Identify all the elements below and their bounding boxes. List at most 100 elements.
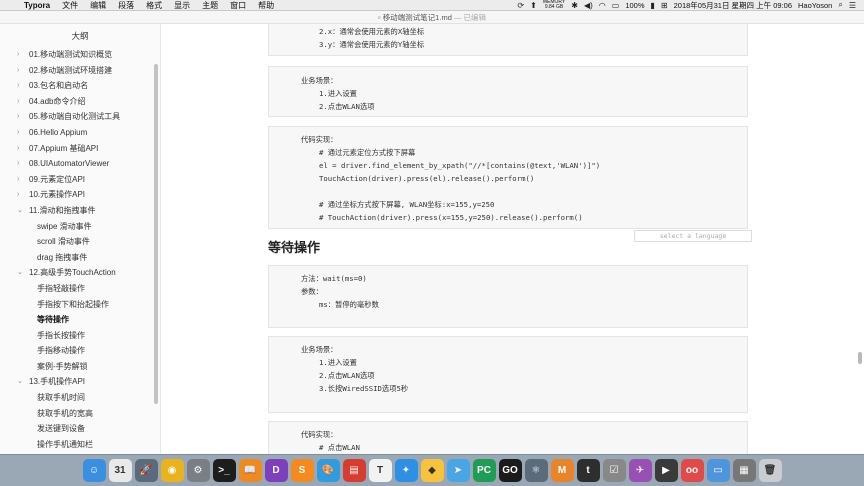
outline-item[interactable]: › 02.移动端测试环境搭建: [0, 63, 160, 79]
goland-icon[interactable]: GO: [498, 459, 522, 482]
outline-item[interactable]: 手指按下和抬起操作: [0, 297, 160, 313]
dash-icon[interactable]: D: [264, 459, 288, 482]
language-select[interactable]: select a language: [634, 230, 752, 242]
launchpad-icon[interactable]: 🚀: [134, 459, 158, 482]
sublime-icon[interactable]: S: [290, 459, 314, 482]
editor-scrollbar[interactable]: [858, 352, 862, 364]
wifi-icon[interactable]: ◠: [599, 1, 606, 10]
chevron-right-icon[interactable]: ›: [17, 172, 25, 188]
safari-icon[interactable]: ✦: [394, 459, 418, 482]
bluetooth-icon[interactable]: ✱: [571, 1, 578, 10]
outline-item[interactable]: › 10.元素操作API: [0, 187, 160, 203]
search-icon[interactable]: ⌕: [838, 0, 842, 10]
menu-paragraph[interactable]: 段落: [112, 0, 140, 11]
outline-item[interactable]: 案例-手势解锁: [0, 359, 160, 375]
chevron-down-icon[interactable]: ⌄: [17, 203, 25, 219]
code-block[interactable]: 方法：wait(ms=0) 参数： ms：暂停的毫秒数: [268, 265, 748, 328]
battery-percent[interactable]: 100%: [625, 1, 644, 10]
outline-item[interactable]: 获取手机的宽高: [0, 406, 160, 422]
upload-icon[interactable]: ⬆: [530, 1, 537, 10]
outline-item[interactable]: › 06.Hello Appium: [0, 125, 160, 141]
trash-icon[interactable]: 🗑: [758, 459, 782, 482]
chevron-right-icon[interactable]: ›: [17, 156, 25, 172]
downloads-icon[interactable]: ▦: [732, 459, 756, 482]
outline-item[interactable]: ⌄ 13.手机操作API: [0, 374, 160, 390]
chevron-right-icon[interactable]: ›: [17, 187, 25, 203]
sync-icon[interactable]: ⟳: [517, 1, 524, 10]
terminal-icon[interactable]: >_: [212, 459, 236, 482]
video-icon[interactable]: ▶: [654, 459, 678, 482]
outline-item[interactable]: 获取手机时间: [0, 390, 160, 406]
system-preferences-icon[interactable]: ⚙: [186, 459, 210, 482]
code-block[interactable]: 业务场景： 1.进入设置 2.点击WLAN选项: [268, 66, 748, 117]
chevron-right-icon[interactable]: ›: [17, 109, 25, 125]
arrow-icon[interactable]: ➤: [446, 459, 470, 482]
input-method-icon[interactable]: ⊞: [661, 1, 668, 10]
outline-item[interactable]: ⌄ 12.高级手势TouchAction: [0, 265, 160, 281]
menu-app-name[interactable]: Typora: [18, 0, 56, 11]
chevron-right-icon[interactable]: ›: [17, 47, 25, 63]
chrome-icon[interactable]: ◉: [160, 459, 184, 482]
chevron-down-icon[interactable]: ⌄: [17, 374, 25, 390]
matlab-icon[interactable]: M: [550, 459, 574, 482]
outline-item[interactable]: scroll 滑动事件: [0, 234, 160, 250]
menu-format[interactable]: 格式: [140, 0, 168, 11]
outline-item[interactable]: swipe 滑动事件: [0, 219, 160, 235]
outline-item[interactable]: 手指移动操作: [0, 343, 160, 359]
outline-item[interactable]: drag 拖拽事件: [0, 250, 160, 266]
calendar-icon[interactable]: 31: [108, 459, 132, 482]
notification-center-icon[interactable]: ☰: [849, 1, 856, 10]
books2-icon[interactable]: ▤: [342, 459, 366, 482]
menu-view[interactable]: 显示: [168, 0, 196, 11]
mindnode-icon[interactable]: oo: [680, 459, 704, 482]
datetime[interactable]: 2018年05月31日 星期四 上午 09:06: [674, 0, 792, 11]
typeeto-icon[interactable]: t: [576, 459, 600, 482]
outline-item[interactable]: › 03.包名和启动名: [0, 78, 160, 94]
user-name[interactable]: HaoYoson: [798, 1, 832, 10]
pycharm-icon[interactable]: PC: [472, 459, 496, 482]
android-icon[interactable]: ✈: [628, 459, 652, 482]
code-block[interactable]: 2.x：通常会使用元素的X轴坐标 3.y：通常会使用元素的Y轴坐标: [268, 24, 748, 56]
menu-theme[interactable]: 主题: [196, 0, 224, 11]
outline-item[interactable]: › 07.Appium 基础API: [0, 141, 160, 157]
outline-item[interactable]: › 05.移动端自动化测试工具: [0, 109, 160, 125]
menu-help[interactable]: 帮助: [252, 0, 280, 11]
menu-edit[interactable]: 编辑: [84, 0, 112, 11]
outline-item[interactable]: › 01.移动端测试知识概览: [0, 47, 160, 63]
atom-icon[interactable]: ⚛: [524, 459, 548, 482]
menu-window[interactable]: 窗口: [224, 0, 252, 11]
sidebar-scrollbar[interactable]: [154, 64, 158, 404]
scripts-icon[interactable]: ☑: [602, 459, 626, 482]
code-block[interactable]: 代码实现： # 点击WLAN: [268, 421, 748, 454]
outline-item[interactable]: 等待操作: [0, 312, 160, 328]
finder-icon[interactable]: ☺: [82, 459, 106, 482]
outline-item[interactable]: › 04.adb命令介绍: [0, 94, 160, 110]
outline-item[interactable]: › 08.UIAutomatorViewer: [0, 156, 160, 172]
folder-icon[interactable]: ▭: [706, 459, 730, 482]
keyboard-icon[interactable]: ▭: [612, 1, 620, 10]
editor[interactable]: 2.x：通常会使用元素的X轴坐标 3.y：通常会使用元素的Y轴坐标 业务场景： …: [161, 24, 864, 454]
sketch-icon[interactable]: ◆: [420, 459, 444, 482]
books-icon[interactable]: 📖: [238, 459, 262, 482]
chevron-right-icon[interactable]: ›: [17, 125, 25, 141]
chevron-right-icon[interactable]: ›: [17, 63, 25, 79]
code-block[interactable]: 业务场景： 1.进入设置 2.点击WLAN选项 3.长按WiredSSID选项5…: [268, 336, 748, 413]
outline-item[interactable]: 发送键到设备: [0, 421, 160, 437]
chevron-right-icon[interactable]: ›: [17, 78, 25, 94]
outline-item[interactable]: 手指长按操作: [0, 328, 160, 344]
volume-icon[interactable]: ◀): [584, 1, 593, 10]
outline-item-label: 08.UIAutomatorViewer: [29, 159, 110, 169]
paint-icon[interactable]: 🎨: [316, 459, 340, 482]
menu-file[interactable]: 文件: [56, 0, 84, 11]
chevron-right-icon[interactable]: ›: [17, 94, 25, 110]
code-block[interactable]: 代码实现： # 通过元素定位方式按下屏幕 el = driver.find_el…: [268, 126, 748, 229]
outline-item[interactable]: ⌄ 11.滑动和拖拽事件: [0, 203, 160, 219]
outline-item[interactable]: 操作手机通知栏: [0, 437, 160, 453]
chevron-right-icon[interactable]: ›: [17, 141, 25, 157]
outline-item[interactable]: › 09.元素定位API: [0, 172, 160, 188]
chevron-down-icon[interactable]: ⌄: [17, 265, 25, 281]
code-line: TouchAction(driver).press(el).release().…: [319, 174, 535, 183]
outline-item[interactable]: 手指轻敲操作: [0, 281, 160, 297]
typora-icon[interactable]: T: [368, 459, 392, 482]
memory-indicator[interactable]: MEMORY 9.84 GB: [543, 0, 565, 10]
